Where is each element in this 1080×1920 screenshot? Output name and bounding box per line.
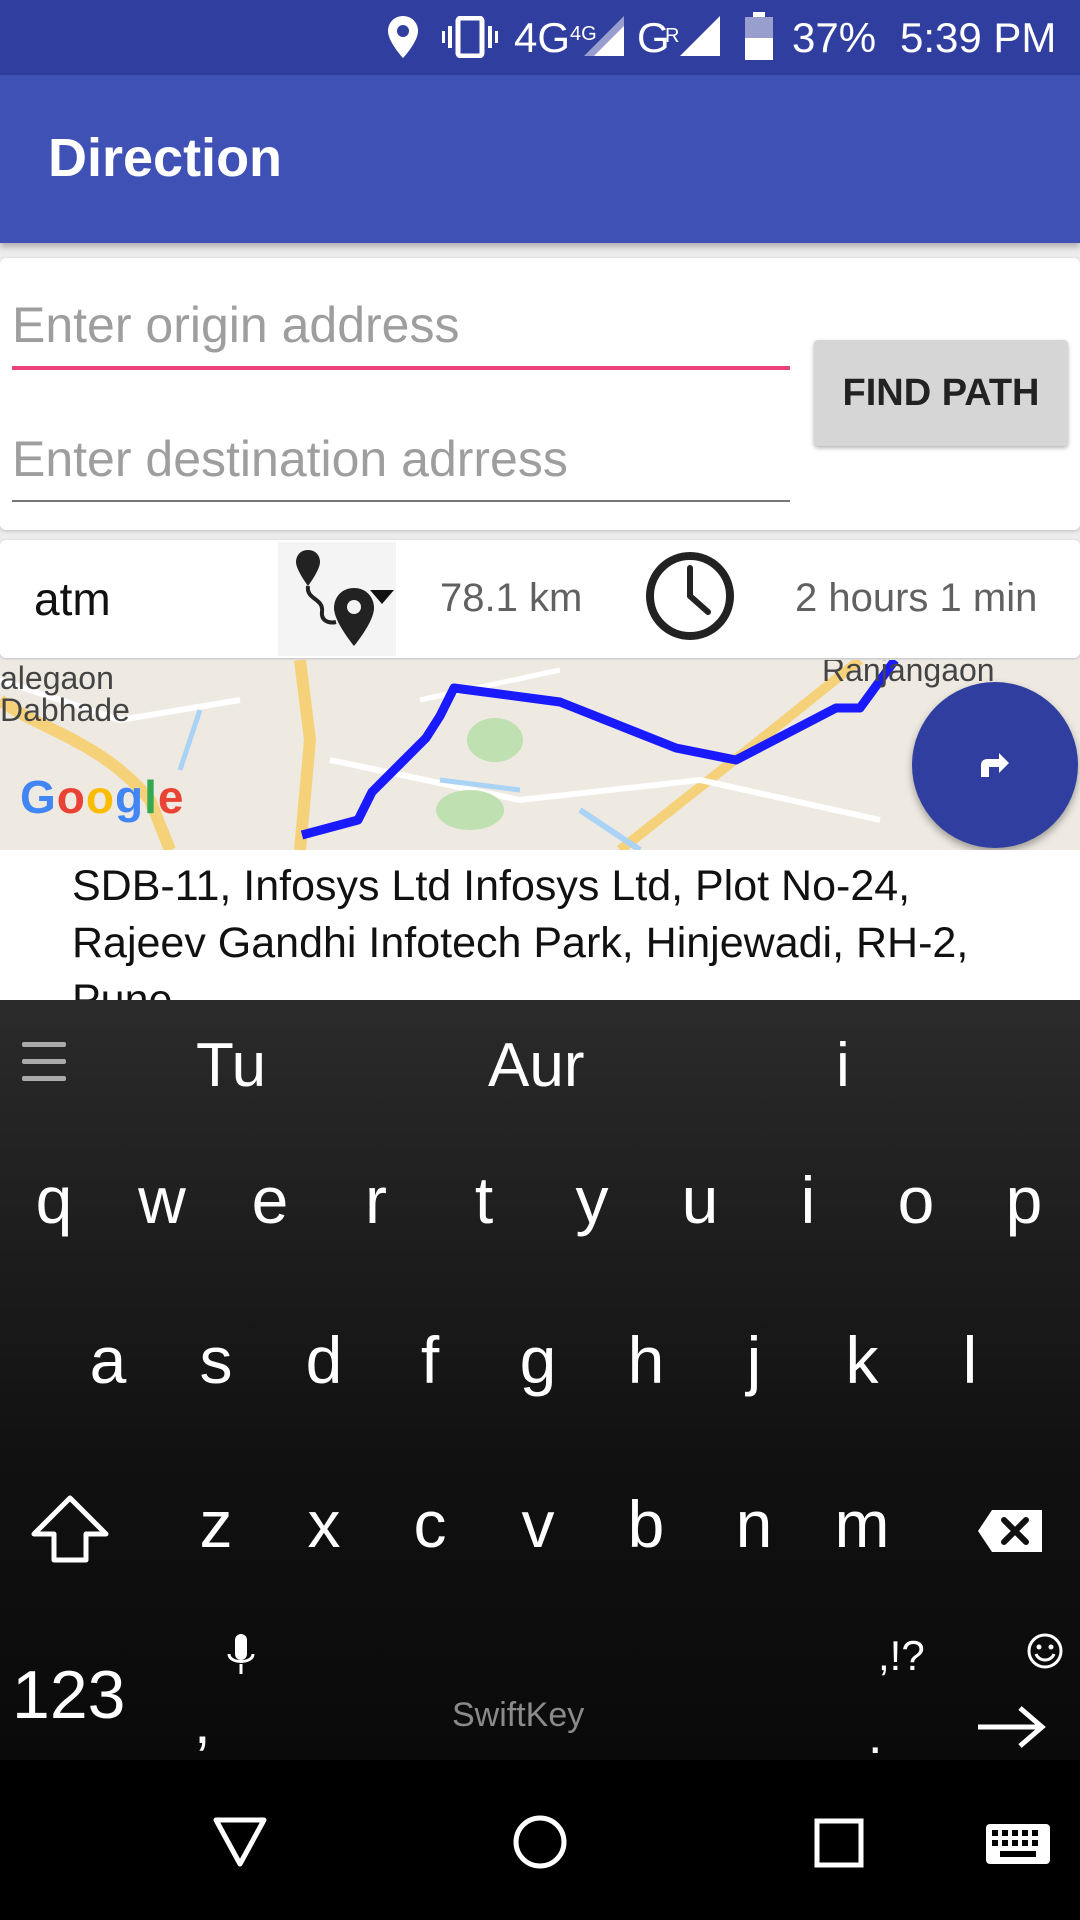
clock-time: 5:39 PM <box>900 14 1057 61</box>
key-o[interactable]: o <box>866 1160 966 1240</box>
key-a[interactable]: a <box>58 1320 158 1400</box>
prediction-item[interactable]: i <box>836 1030 850 1101</box>
destination-underline <box>12 500 790 502</box>
key-y[interactable]: y <box>542 1160 642 1240</box>
comma-key[interactable]: , <box>194 1688 211 1757</box>
find-path-button[interactable]: FIND PATH <box>814 340 1068 446</box>
key-l[interactable]: l <box>920 1320 1020 1400</box>
key-u[interactable]: u <box>650 1160 750 1240</box>
signal-icon <box>584 16 624 56</box>
page-title: Direction <box>48 128 283 188</box>
key-i[interactable]: i <box>758 1160 858 1240</box>
turn-right-icon <box>981 753 1009 777</box>
address-form: FIND PATH <box>0 258 1080 530</box>
key-z[interactable]: z <box>166 1484 266 1564</box>
enter-arrow-icon[interactable] <box>976 1704 1046 1750</box>
microphone-icon <box>227 1634 255 1674</box>
key-x[interactable]: x <box>274 1484 374 1564</box>
home-icon[interactable] <box>512 1814 568 1870</box>
place-type-label: atm <box>34 573 111 625</box>
menu-icon[interactable] <box>22 1042 66 1082</box>
key-h[interactable]: h <box>596 1320 696 1400</box>
recents-icon[interactable] <box>814 1818 864 1868</box>
key-q[interactable]: q <box>4 1160 104 1240</box>
punctuation-key[interactable]: ,!? <box>878 1632 925 1680</box>
prediction-item[interactable]: Tu <box>196 1030 266 1101</box>
destination-address-input[interactable] <box>12 422 790 496</box>
status-bar: 4G 4G G R 37% 5:39 PM <box>0 0 1080 75</box>
key-v[interactable]: v <box>488 1484 588 1564</box>
google-logo: Google <box>20 771 185 823</box>
location-icon <box>388 16 418 58</box>
vibrate-icon <box>442 16 498 58</box>
back-icon[interactable] <box>212 1816 268 1868</box>
battery-percent: 37% <box>792 14 877 61</box>
backspace-icon[interactable] <box>976 1508 1044 1554</box>
signal-icon <box>680 16 720 56</box>
key-g[interactable]: g <box>488 1320 588 1400</box>
key-p[interactable]: p <box>974 1160 1074 1240</box>
numbers-key[interactable]: 123 <box>12 1656 125 1734</box>
key-b[interactable]: b <box>596 1484 696 1564</box>
clock-icon <box>646 552 734 640</box>
period-key[interactable]: . <box>868 1706 882 1766</box>
map-place-label: Dabhade <box>0 692 130 728</box>
key-e[interactable]: e <box>220 1160 320 1240</box>
network-type-label: 4G <box>514 14 571 61</box>
navigate-fab-button[interactable] <box>912 682 1078 848</box>
key-d[interactable]: d <box>274 1320 374 1400</box>
key-r[interactable]: r <box>326 1160 426 1240</box>
route-duration: 2 hours 1 min <box>795 576 1038 620</box>
app-bar: Direction <box>0 75 1080 243</box>
shift-icon[interactable] <box>30 1494 110 1564</box>
map-place-label: Ranjangaon <box>822 660 995 688</box>
prediction-item[interactable]: Aur <box>488 1030 584 1101</box>
navigation-bar <box>0 1760 1080 1920</box>
route-distance: 78.1 km <box>440 576 583 620</box>
spacebar[interactable]: SwiftKey <box>452 1696 584 1735</box>
route-polyline <box>300 660 899 840</box>
emoji-icon[interactable] <box>1026 1632 1064 1670</box>
key-f[interactable]: f <box>380 1320 480 1400</box>
key-n[interactable]: n <box>704 1484 804 1564</box>
key-s[interactable]: s <box>166 1320 266 1400</box>
key-w[interactable]: w <box>112 1160 212 1240</box>
key-c[interactable]: c <box>380 1484 480 1564</box>
key-j[interactable]: j <box>704 1320 804 1400</box>
key-m[interactable]: m <box>812 1484 912 1564</box>
route-type-dropdown[interactable] <box>278 542 396 656</box>
route-info-bar: atm 78.1 km 2 hours 1 min <box>0 540 1080 658</box>
keyboard-icon[interactable] <box>986 1824 1050 1864</box>
origin-underline <box>12 366 790 370</box>
carrier-sub-label: R <box>665 25 680 47</box>
key-k[interactable]: k <box>812 1320 912 1400</box>
route-pin-icon <box>296 550 394 646</box>
battery-icon <box>745 12 773 60</box>
origin-address-input[interactable] <box>12 288 790 362</box>
key-t[interactable]: t <box>434 1160 534 1240</box>
address-suggestion[interactable]: SDB-11, Infosys Ltd Infosys Ltd, Plot No… <box>0 850 1080 1000</box>
suggestion-text: SDB-11, Infosys Ltd Infosys Ltd, Plot No… <box>72 862 969 1000</box>
